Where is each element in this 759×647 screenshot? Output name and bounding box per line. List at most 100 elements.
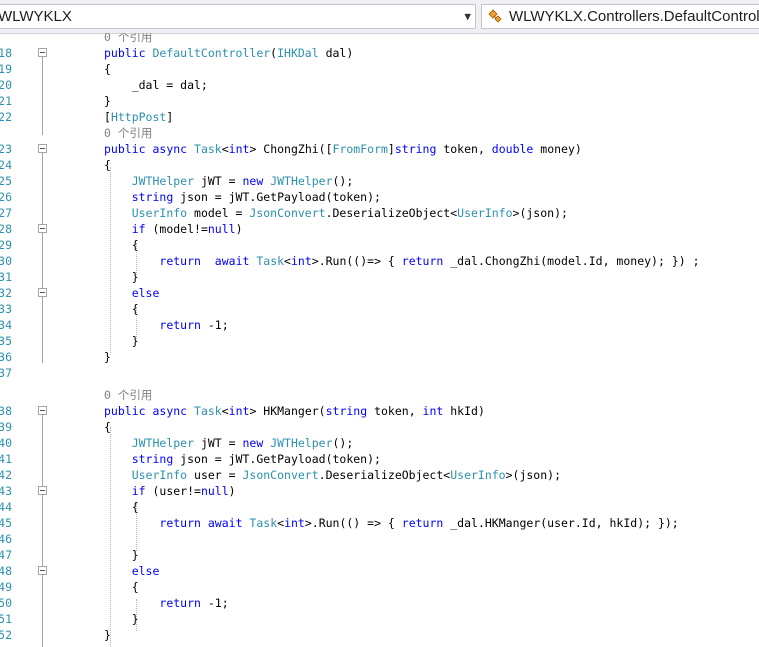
line-number: 40 [0,436,12,450]
code-token: dal) [318,46,354,60]
code-text[interactable]: } [104,349,111,365]
code-text[interactable]: } [104,611,139,627]
class-dropdown[interactable]: WLWYKLX.Controllers.DefaultController [481,4,759,29]
type-token: Task [194,404,222,418]
type-token: UserInfo [131,468,188,482]
line-number: 23 [0,142,12,156]
code-token: jWT = [194,174,243,188]
code-text[interactable]: { [104,157,111,173]
line-number: 20 [0,78,12,92]
codelens-reference-link[interactable]: 0 个引用 [104,33,152,45]
code-text[interactable]: [HttpPost] [104,109,173,125]
code-row: 38 public async Task<int> HKManger(string… [0,403,759,419]
line-number: 50 [0,596,12,610]
collapse-toggle-icon[interactable] [38,224,47,233]
type-token: IHKDal [277,46,319,60]
code-text[interactable]: { [104,301,139,317]
code-text[interactable]: else [104,285,160,301]
code-token: } [104,548,139,562]
code-token: { [104,158,111,172]
code-text[interactable]: { [104,61,111,77]
code-token: >.Run(()=> { [311,254,402,268]
code-token: } [104,270,139,284]
keyword-token: await [207,516,250,530]
code-row: 45 return await Task<int>.Run(() => { re… [0,515,759,531]
code-text[interactable]: { [104,419,111,435]
code-editor[interactable]: 0 个引用 18 public DefaultController(IHKDal d… [0,33,759,647]
code-text[interactable]: string json = jWT.GetPayload(token); [104,451,381,467]
code-token: _dal.HKManger(user.Id, hkId); }); [443,516,679,530]
type-token: UserInfo [131,206,188,220]
code-text[interactable]: public async Task<int> HKManger(string t… [104,403,485,419]
code-text[interactable]: public DefaultController(IHKDal dal) [104,45,353,61]
collapse-toggle-icon[interactable] [38,48,47,57]
code-text[interactable]: public async Task<int> ChongZhi([FromFor… [104,141,582,157]
code-token: { [104,580,139,594]
line-number: 48 [0,564,12,578]
code-text[interactable]: UserInfo user = JsonConvert.DeserializeO… [104,467,561,483]
codelens-reference-link[interactable]: 0 个引用 [104,387,152,403]
collapse-toggle-icon[interactable] [38,486,47,495]
code-token: money) [533,142,582,156]
codelens-reference-link[interactable]: 0 个引用 [104,125,152,141]
code-text[interactable]: else [104,563,160,579]
keyword-token: else [131,564,160,578]
collapse-toggle-icon[interactable] [38,288,47,297]
code-text[interactable]: JWTHelper jWT = new JWTHelper(); [104,435,354,451]
chevron-down-icon[interactable]: ▼ [464,10,471,23]
code-text[interactable]: JWTHelper jWT = new JWTHelper(); [104,173,354,189]
code-text[interactable]: return await Task<int>.Run(() => { retur… [104,515,679,531]
code-text[interactable]: } [104,627,111,643]
code-row: 34 return -1; [0,317,759,333]
code-text[interactable]: { [104,237,139,253]
collapse-toggle-icon[interactable] [38,144,47,153]
line-number: 22 [0,110,12,124]
code-row: 49 { [0,579,759,595]
code-text[interactable]: string json = jWT.GetPayload(token); [104,189,381,205]
keyword-token: string [325,404,368,418]
reference-count-row: 0 个引用 [0,125,759,141]
keyword-token: public [104,46,153,60]
reference-count-row: 0 个引用 [0,33,759,45]
collapse-toggle-icon[interactable] [38,566,47,575]
code-row: 19 { [0,61,759,77]
collapse-toggle-icon[interactable] [38,406,47,415]
code-text[interactable]: { [104,499,139,515]
code-token: } [104,94,111,108]
code-text[interactable]: return -1; [104,595,228,611]
code-text[interactable]: if (user!=null) [104,483,236,499]
keyword-token: return [159,254,201,268]
keyword-token: return [159,596,201,610]
code-text[interactable]: } [104,547,139,563]
code-row: 18 public DefaultController(IHKDal dal) [0,45,759,61]
code-text[interactable]: { [104,579,139,595]
code-token: > HKManger( [249,404,326,418]
type-token: JsonConvert [249,206,326,220]
code-text[interactable]: if (model!=null) [104,221,243,237]
code-token: jWT = [194,436,243,450]
type-token: Task [194,142,222,156]
code-token: [ [104,110,111,124]
code-row: 25 JWTHelper jWT = new JWTHelper(); [0,173,759,189]
line-number: 51 [0,612,12,626]
code-text[interactable]: UserInfo model = JsonConvert.Deserialize… [104,205,568,221]
keyword-token: int [284,516,305,530]
line-number: 44 [0,500,12,514]
keyword-token: int [422,404,444,418]
code-token: } [104,628,111,642]
code-text[interactable]: _dal = dal; [104,77,208,93]
code-text[interactable]: return await Task<int>.Run(()=> { return… [104,253,699,269]
code-row: 42 UserInfo user = JsonConvert.Deseriali… [0,467,759,483]
code-text[interactable]: } [104,93,111,109]
code-token: >(json); [505,468,561,482]
project-dropdown[interactable]: WLWYKLX ▼ [0,4,476,29]
code-token: token, [436,142,492,156]
code-text[interactable]: } [104,333,139,349]
code-text[interactable]: } [104,269,139,285]
code-text[interactable]: return -1; [104,317,228,333]
code-row: 50 return -1; [0,595,759,611]
